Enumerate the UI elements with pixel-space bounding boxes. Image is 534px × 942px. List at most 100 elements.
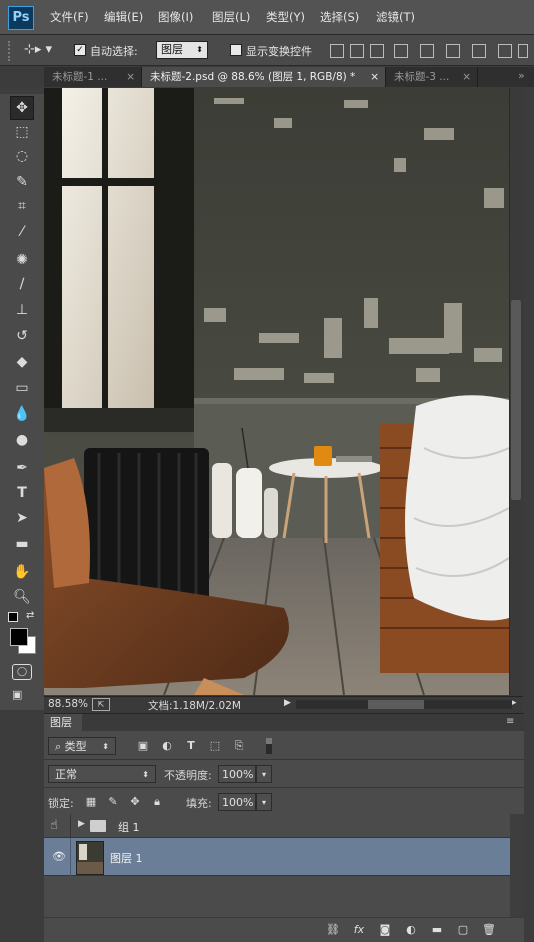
new-layer-icon[interactable]: ▢ — [456, 923, 470, 937]
distribute-left-icon[interactable] — [498, 44, 512, 58]
show-transform-checkbox[interactable] — [230, 44, 242, 56]
eraser-icon[interactable]: ◆ — [10, 350, 34, 374]
swap-colors-icon[interactable]: ⇄ — [26, 610, 34, 621]
delete-layer-icon[interactable]: 🗑︎ — [482, 923, 496, 937]
layers-panel: 图层 ≡ ⌕ 类型 ⬍ ▣ ◐ T ⬚ ⎘ 正常 ⬍ 不透明度: 100% ▾ … — [44, 713, 524, 942]
horizontal-scrollbar[interactable] — [296, 700, 512, 709]
opacity-dropdown-arrow[interactable]: ▾ — [256, 765, 272, 783]
type-icon[interactable]: T — [10, 481, 34, 505]
distribute-hcenter-icon[interactable] — [518, 44, 528, 58]
auto-select-target-dropdown[interactable]: 图层 ⬍ — [156, 41, 208, 59]
crop-icon[interactable]: ⌗ — [10, 194, 34, 218]
layers-scrollbar[interactable] — [510, 814, 524, 917]
layer-row-layer-1[interactable]: 👁︎ 图层 1 — [44, 838, 510, 876]
eyedropper-icon[interactable]: ⁄ — [10, 220, 34, 244]
add-mask-icon[interactable]: ◙ — [378, 923, 392, 937]
opacity-field[interactable]: 100% — [218, 765, 256, 783]
tab-overflow-icon[interactable]: » — [518, 69, 525, 82]
dodge-icon[interactable]: ● — [10, 428, 34, 452]
vertical-scroll-thumb[interactable] — [511, 300, 521, 500]
close-icon[interactable]: × — [462, 67, 471, 87]
quick-select-icon[interactable]: ✎ — [10, 170, 34, 194]
layer-row-group-1[interactable]: ☝ ▶ 组 1 — [44, 814, 510, 838]
link-layers-icon[interactable]: ⛓ — [326, 923, 340, 937]
clone-stamp-icon[interactable]: ⊥ — [10, 298, 34, 322]
status-menu-arrow-icon[interactable]: ▶ — [284, 698, 291, 708]
expand-triangle-icon[interactable]: ▶ — [78, 819, 85, 829]
menu-filter[interactable]: 滤镜(T) — [376, 9, 415, 25]
fill-dropdown-arrow[interactable]: ▾ — [256, 793, 272, 811]
tab-document-2[interactable]: 未标题-2.psd @ 88.6% (图层 1, RGB/8) * × — [142, 67, 386, 87]
menu-file[interactable]: 文件(F) — [50, 9, 89, 25]
document-canvas[interactable] — [44, 88, 509, 695]
screen-mode-icon[interactable]: ▣ — [12, 688, 30, 702]
zoom-icon[interactable]: 🔍︎ — [10, 585, 34, 609]
align-left-icon[interactable] — [394, 44, 408, 58]
filter-toggle[interactable] — [266, 738, 272, 754]
new-group-icon[interactable]: ▬ — [430, 923, 444, 937]
marquee-icon[interactable]: ⬚ — [10, 120, 34, 144]
horizontal-scroll-thumb[interactable] — [368, 700, 424, 709]
blend-mode-dropdown[interactable]: 正常 ⬍ — [48, 765, 156, 783]
menu-edit[interactable]: 编辑(E) — [104, 9, 143, 25]
toolbar-grip[interactable] — [0, 88, 44, 94]
auto-select-checkbox[interactable]: ✓ — [74, 44, 86, 56]
menu-layer[interactable]: 图层(L) — [212, 9, 250, 25]
filter-shape-icon[interactable]: ⬚ — [208, 739, 222, 753]
lock-transparent-icon[interactable]: ▦ — [84, 795, 98, 809]
default-colors-icon[interactable] — [8, 612, 18, 622]
move-icon[interactable]: ✥ — [10, 96, 34, 120]
lock-position-icon[interactable]: ✥ — [128, 795, 142, 809]
distribute-vcenter-icon[interactable] — [446, 44, 460, 58]
filter-kind-dropdown[interactable]: ⌕ 类型 ⬍ — [48, 737, 116, 755]
move-tool-preset-icon[interactable]: ⊹▸ ▾ — [24, 40, 62, 60]
close-icon[interactable]: × — [126, 67, 135, 87]
chevron-updown-icon: ⬍ — [196, 45, 203, 54]
healing-brush-icon[interactable]: ✺ — [10, 248, 34, 272]
brush-icon[interactable]: ∕ — [10, 272, 34, 296]
distribute-top-icon[interactable] — [420, 44, 434, 58]
adjustment-layer-icon[interactable]: ◐ — [404, 923, 418, 937]
panel-menu-icon[interactable]: ≡ — [506, 716, 514, 727]
tab-layers[interactable]: 图层 — [44, 714, 82, 731]
align-vcenter-icon[interactable] — [350, 44, 364, 58]
chevron-updown-icon: ⬍ — [142, 770, 149, 779]
share-icon[interactable]: ⇱ — [92, 698, 110, 711]
folder-icon — [90, 820, 106, 832]
pen-icon[interactable]: ✒ — [10, 456, 34, 480]
rectangle-icon[interactable]: ▬ — [10, 532, 34, 556]
layer-name[interactable]: 图层 1 — [110, 850, 143, 866]
lock-all-icon[interactable]: 🔒︎ — [150, 795, 164, 809]
menu-type[interactable]: 类型(Y) — [266, 9, 305, 25]
lock-image-icon[interactable]: ✎ — [106, 795, 120, 809]
eye-icon[interactable]: 👁︎ — [52, 850, 66, 863]
zoom-level[interactable]: 88.58% — [48, 698, 88, 710]
tab-document-1[interactable]: 未标题-1 ... × — [44, 67, 142, 87]
gradient-icon[interactable]: ▭ — [10, 376, 34, 400]
history-brush-icon[interactable]: ↺ — [10, 324, 34, 348]
lock-row: 锁定: ▦ ✎ ✥ 🔒︎ 填充: 100% ▾ — [44, 788, 524, 816]
filter-pixel-icon[interactable]: ▣ — [136, 739, 150, 753]
distribute-bottom-icon[interactable] — [472, 44, 486, 58]
tab-document-3[interactable]: 未标题-3 ... × — [386, 67, 478, 87]
grip-handle[interactable] — [8, 41, 20, 61]
filter-smart-object-icon[interactable]: ⎘ — [232, 739, 246, 753]
fx-icon[interactable]: fx — [352, 923, 366, 937]
align-bottom-icon[interactable] — [370, 44, 384, 58]
blend-row: 正常 ⬍ 不透明度: 100% ▾ — [44, 760, 524, 788]
filter-adjustment-icon[interactable]: ◐ — [160, 739, 174, 753]
menu-image[interactable]: 图像(I) — [158, 9, 193, 25]
path-select-icon[interactable]: ➤ — [10, 506, 34, 530]
menu-select[interactable]: 选择(S) — [320, 9, 359, 25]
close-icon[interactable]: × — [370, 67, 379, 87]
scroll-right-arrow-icon[interactable]: ▸ — [512, 698, 517, 708]
blur-icon[interactable]: 💧 — [10, 402, 34, 426]
layer-name[interactable]: 组 1 — [118, 819, 140, 835]
align-top-icon[interactable] — [330, 44, 344, 58]
lasso-icon[interactable]: ◌ — [10, 144, 34, 168]
fill-field[interactable]: 100% — [218, 793, 256, 811]
filter-type-icon[interactable]: T — [184, 739, 198, 753]
quick-mask-icon[interactable]: ◯ — [12, 664, 32, 680]
foreground-color-swatch[interactable] — [10, 628, 28, 646]
hand-icon[interactable]: ✋ — [10, 560, 34, 584]
